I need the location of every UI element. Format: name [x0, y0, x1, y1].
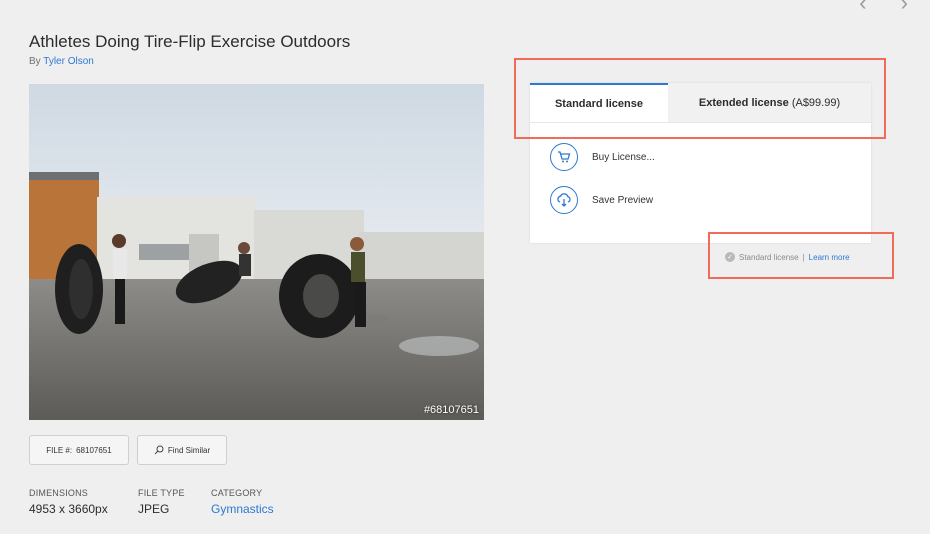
- cloud-download-icon: [550, 186, 578, 214]
- find-similar-button[interactable]: Find Similar: [137, 435, 227, 465]
- file-number-label: FILE #:: [46, 445, 73, 455]
- buy-license-button[interactable]: Buy License...: [550, 143, 655, 171]
- extended-license-price: (A$99.99): [791, 96, 841, 109]
- dimensions-value: 4953 x 3660px: [29, 502, 108, 516]
- preview-image[interactable]: #68107651: [29, 84, 484, 420]
- asset-title: Athletes Doing Tire-Flip Exercise Outdoo…: [29, 32, 351, 51]
- preview-image-graphic: [29, 84, 484, 420]
- license-tabs: Standard license Extended license (A$99.…: [530, 83, 871, 123]
- dimensions-meta: DIMENSIONS 4953 x 3660px: [29, 488, 108, 516]
- filetype-meta: FILE TYPE JPEG: [138, 488, 185, 516]
- search-icon: [154, 445, 164, 455]
- byline: By Tyler Olson: [29, 56, 94, 67]
- check-icon: ✓: [725, 252, 735, 262]
- image-id-watermark: #68107651: [423, 404, 479, 416]
- category-label: CATEGORY: [211, 488, 263, 498]
- file-number-button[interactable]: FILE #: 68107651: [29, 435, 129, 465]
- tab-extended-license[interactable]: Extended license (A$99.99): [668, 83, 871, 122]
- buy-license-label: Buy License...: [592, 151, 655, 163]
- save-preview-button[interactable]: Save Preview: [550, 186, 653, 214]
- tab-standard-license[interactable]: Standard license: [530, 83, 668, 122]
- learn-more-link[interactable]: Learn more: [809, 253, 850, 262]
- dimensions-label: DIMENSIONS: [29, 488, 89, 498]
- by-label: By: [29, 56, 41, 67]
- save-preview-label: Save Preview: [592, 194, 654, 206]
- tab-standard-license-label: Standard license: [554, 97, 644, 110]
- license-panel: Standard license Extended license (A$99.…: [530, 83, 871, 243]
- license-note-separator: |: [802, 252, 805, 262]
- filetype-label: FILE TYPE: [138, 488, 185, 498]
- license-note: ✓ Standard license | Learn more: [725, 252, 850, 262]
- file-number-value: 68107651: [76, 445, 112, 455]
- filetype-value: JPEG: [138, 502, 170, 516]
- cart-icon: [550, 143, 578, 171]
- category-link[interactable]: Gymnastics: [211, 502, 274, 516]
- image-navigation-arrows[interactable]: ‹ ›: [859, 0, 922, 16]
- tab-extended-license-label: Extended license: [698, 96, 789, 109]
- category-meta: CATEGORY Gymnastics: [211, 488, 274, 516]
- license-note-label: Standard license: [739, 252, 799, 262]
- author-link[interactable]: Tyler Olson: [43, 56, 94, 67]
- find-similar-label: Find Similar: [167, 445, 211, 455]
